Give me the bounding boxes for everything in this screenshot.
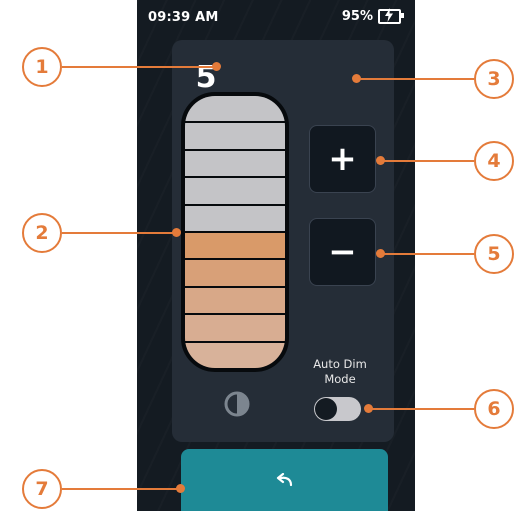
back-button[interactable]: [181, 449, 388, 511]
battery-charging-icon: [378, 8, 404, 24]
callout-line: [62, 232, 177, 234]
contrast-icon: [224, 391, 250, 417]
battery-percent: 95%: [341, 9, 373, 24]
callout-dot: [176, 484, 185, 493]
slider-segment: [185, 315, 285, 341]
callout-dot: [172, 228, 181, 237]
slider-segment: [185, 287, 285, 314]
callout-line: [380, 160, 474, 162]
callout-badge: 7: [22, 469, 62, 509]
callout-badge: 4: [474, 141, 514, 181]
slider-segment: [185, 342, 285, 368]
auto-dim-label-line1: Auto Dim: [313, 357, 367, 371]
decrease-brightness-button[interactable]: −: [309, 218, 376, 286]
auto-dim-toggle[interactable]: [314, 397, 361, 421]
toggle-knob: [315, 398, 337, 420]
brightness-slider[interactable]: [181, 92, 289, 372]
callout-badge: 6: [474, 389, 514, 429]
auto-dim-label: Auto Dim Mode: [300, 357, 380, 387]
slider-segment: [185, 96, 285, 122]
callout-badge: 3: [474, 59, 514, 99]
callout-badge: 1: [22, 47, 62, 87]
callout-line: [368, 408, 474, 410]
callout-dot: [352, 74, 361, 83]
slider-segment: [185, 150, 285, 177]
auto-dim-label-line2: Mode: [324, 372, 356, 386]
callout-dot: [364, 404, 373, 413]
slider-segment: [185, 233, 285, 259]
slider-segment: [185, 178, 285, 204]
increase-brightness-button[interactable]: +: [309, 125, 376, 193]
slider-segment: [185, 123, 285, 149]
callout-line: [356, 78, 474, 80]
undo-arrow-icon: [276, 473, 292, 487]
callout-dot: [376, 249, 385, 258]
status-time: 09:39 AM: [148, 10, 219, 25]
callout-line: [62, 66, 216, 68]
callout-badge: 5: [474, 234, 514, 274]
callout-line: [62, 488, 180, 490]
slider-segment: [185, 205, 285, 232]
callout-dot: [212, 62, 221, 71]
callout-line: [380, 253, 474, 255]
callout-dot: [376, 156, 385, 165]
callout-badge: 2: [22, 213, 62, 253]
status-battery-area: 95%: [341, 8, 404, 24]
slider-segment: [185, 260, 285, 286]
